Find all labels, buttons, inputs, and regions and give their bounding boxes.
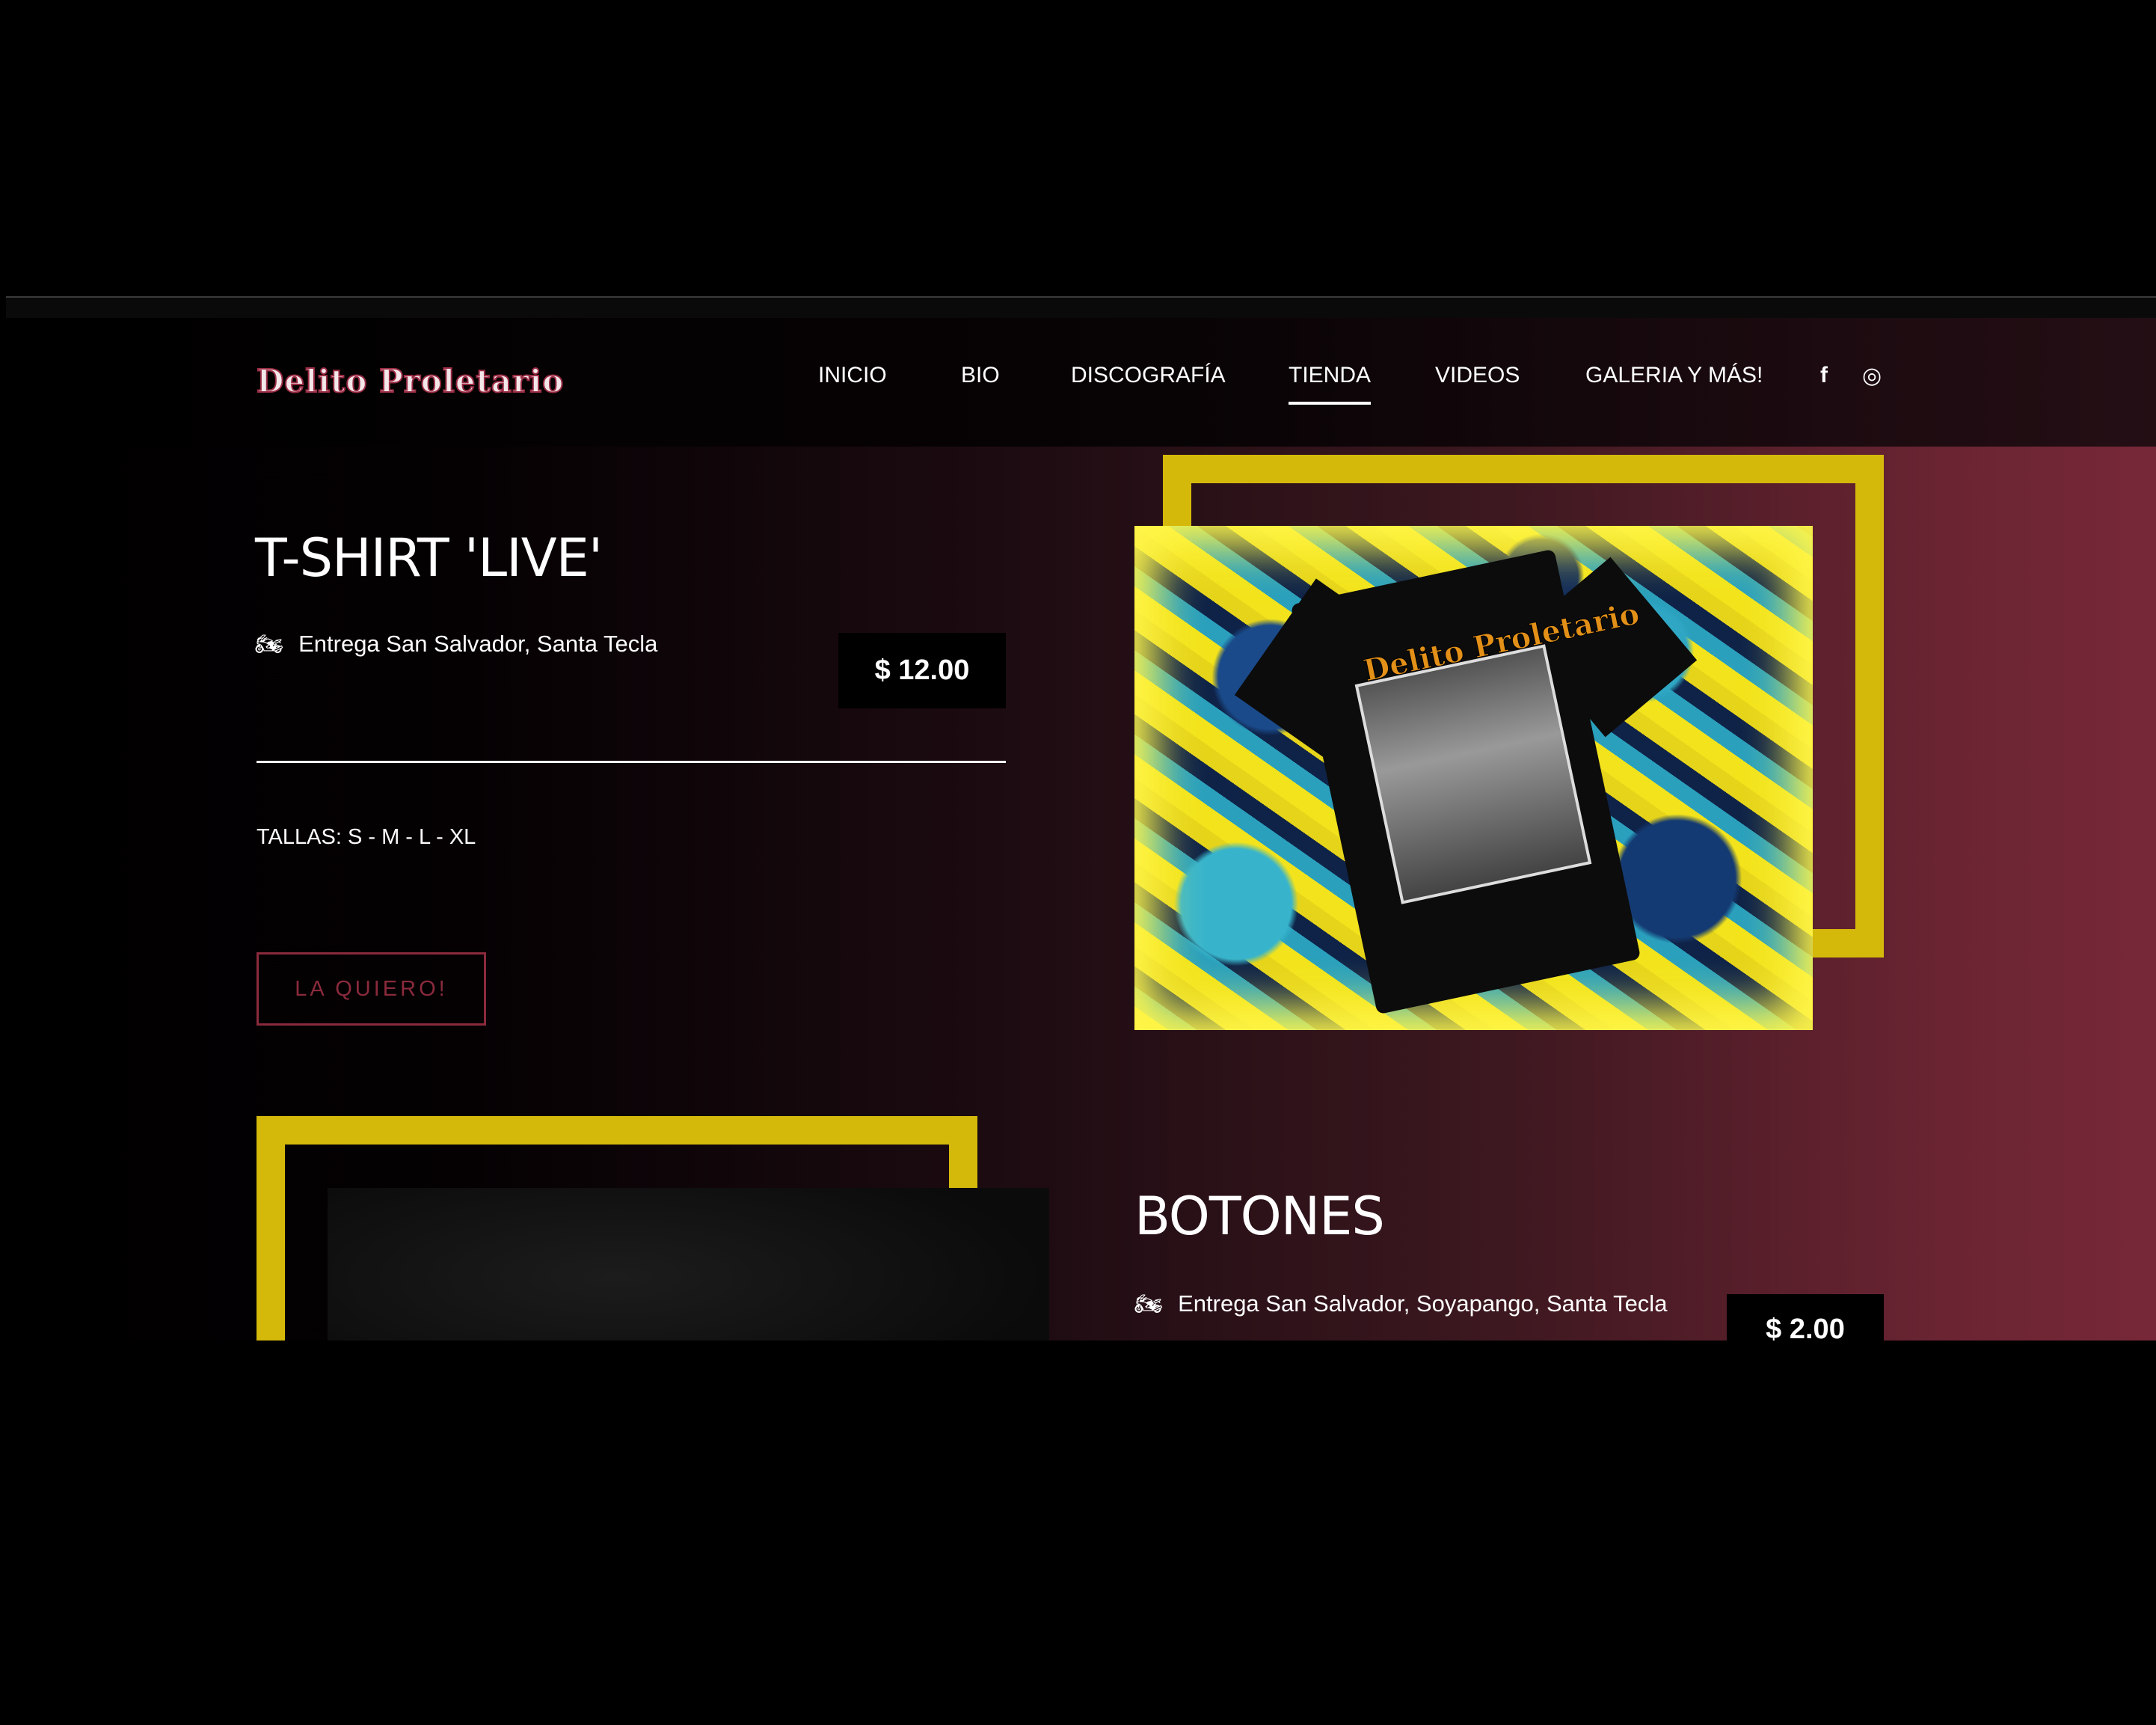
tshirt-graphic: Delito Proletario [1234, 548, 1698, 1015]
price-badge: $ 12.00 [838, 633, 1006, 708]
sizes-text: TALLAS: S - M - L - XL [257, 825, 476, 849]
delivery-info: 🏍︎ Entrega San Salvador, Santa Tecla [255, 631, 657, 658]
shop-page: Delito Proletario INICIO BIO DISCOGRAFÍA… [0, 318, 2156, 1341]
product-title-2: BOTONES [1134, 1186, 1385, 1247]
buttons-product-image[interactable] [328, 1188, 1049, 1341]
nav-galeria[interactable]: GALERIA Y MÁS! [1585, 363, 1763, 388]
delivery-text: Entrega San Salvador, Santa Tecla [298, 631, 658, 657]
price-badge-2: $ 2.00 [1727, 1294, 1884, 1341]
section-divider [257, 761, 1006, 763]
nav-tienda[interactable]: TIENDA [1289, 363, 1372, 405]
site-logo[interactable]: Delito Proletario [256, 362, 564, 400]
motorcycle-icon: 🏍︎ [255, 631, 284, 657]
header-strip [6, 298, 2156, 318]
buy-button[interactable]: LA QUIERO! [257, 952, 486, 1026]
nav-discografia[interactable]: DISCOGRAFÍA [1071, 363, 1226, 388]
product-title: T-SHIRT 'LIVE' [255, 527, 603, 589]
nav-videos[interactable]: VIDEOS [1435, 363, 1520, 388]
delivery-info-2: 🏍︎ Entrega San Salvador, Soyapango, Sant… [1134, 1290, 1667, 1317]
facebook-icon[interactable]: f [1820, 363, 1828, 388]
nav-inicio[interactable]: INICIO [818, 363, 887, 388]
delivery-text-2: Entrega San Salvador, Soyapango, Santa T… [1178, 1290, 1668, 1317]
navbar: Delito Proletario INICIO BIO DISCOGRAFÍA… [0, 318, 2156, 447]
nav-bio[interactable]: BIO [961, 363, 1000, 388]
instagram-icon[interactable]: ◎ [1862, 363, 1882, 389]
motorcycle-icon: 🏍︎ [1134, 1291, 1164, 1317]
